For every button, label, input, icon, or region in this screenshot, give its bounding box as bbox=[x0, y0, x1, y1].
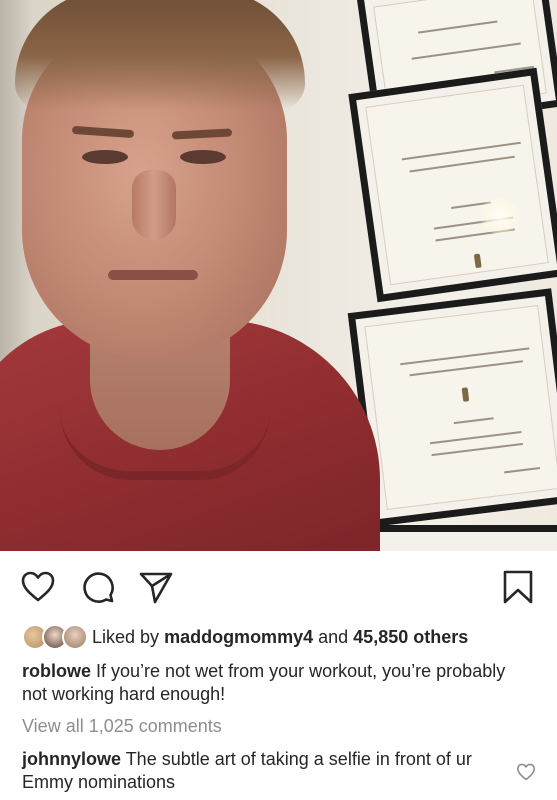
post-caption: roblowe If you’re not wet from your work… bbox=[22, 660, 522, 706]
likes-count-link[interactable]: 45,850 others bbox=[353, 627, 468, 647]
likes-connector: and bbox=[318, 626, 349, 647]
liker-avatars[interactable] bbox=[22, 624, 92, 650]
view-all-comments-link[interactable]: View all 1,025 comments bbox=[22, 716, 222, 737]
small-heart-icon[interactable] bbox=[516, 762, 536, 782]
likes-prefix: Liked by bbox=[92, 626, 160, 647]
framed-certificate bbox=[365, 525, 557, 551]
heart-icon[interactable] bbox=[20, 569, 56, 605]
comment-bubble-icon[interactable] bbox=[80, 569, 116, 605]
caption-text: If you’re not wet from your workout, you… bbox=[22, 661, 506, 704]
likes-summary[interactable]: Liked by maddogmommy4 and 45,850 others bbox=[22, 622, 468, 652]
hair bbox=[15, 0, 305, 110]
paper-plane-icon[interactable] bbox=[138, 569, 174, 605]
post-action-bar bbox=[0, 551, 557, 619]
framed-certificate bbox=[348, 67, 557, 303]
post-photo[interactable] bbox=[0, 0, 557, 551]
light-glare bbox=[478, 198, 522, 234]
nose bbox=[132, 170, 176, 240]
eye bbox=[82, 150, 128, 164]
avatar[interactable] bbox=[62, 624, 88, 650]
bookmark-icon[interactable] bbox=[500, 569, 536, 605]
eye bbox=[180, 150, 226, 164]
mouth bbox=[108, 270, 198, 280]
comment-item: johnnylowe The subtle art of taking a se… bbox=[22, 748, 492, 794]
likes-text: Liked by maddogmommy4 and 45,850 others bbox=[92, 627, 468, 648]
caption-username-link[interactable]: roblowe bbox=[22, 661, 91, 681]
liker-username-link[interactable]: maddogmommy4 bbox=[164, 627, 313, 647]
comment-username-link[interactable]: johnnylowe bbox=[22, 749, 121, 769]
